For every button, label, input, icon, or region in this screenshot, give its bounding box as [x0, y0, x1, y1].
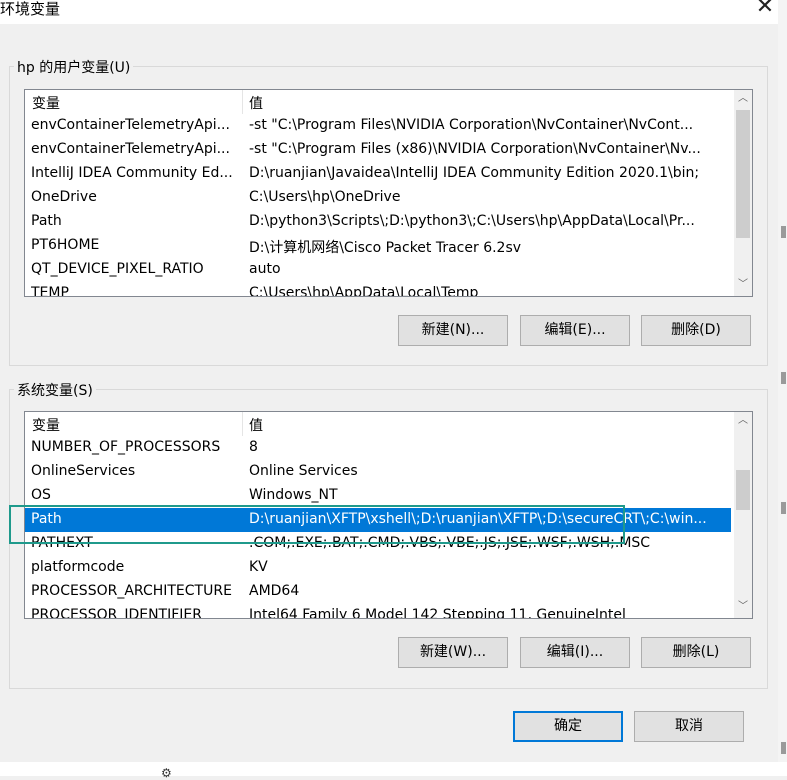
table-row[interactable]: PROCESSOR_IDENTIFIER Intel64 Family 6 Mod…: [25, 604, 731, 619]
user-delete-button[interactable]: 删除(D): [641, 315, 751, 346]
list-header: 变量 值: [25, 412, 731, 436]
variable-value: -st "C:\Program Files (x86)\NVIDIA Corpo…: [249, 141, 701, 157]
table-row[interactable]: OS Windows_NT: [25, 484, 731, 508]
variable-name: PROCESSOR_ARCHITECTURE: [31, 583, 232, 599]
chevron-down-icon[interactable]: ﹀: [734, 276, 752, 294]
variable-value: .COM;.EXE;.BAT;.CMD;.VBS;.VBE;.JS;.JSE;.…: [249, 535, 651, 551]
variable-name: Path: [31, 511, 62, 527]
variable-value: D:\计算机网络\Cisco Packet Tracer 6.2sv: [249, 240, 522, 256]
variable-name: platformcode: [31, 559, 125, 575]
chevron-down-icon[interactable]: ﹀: [734, 598, 752, 616]
table-row[interactable]: envContainerTelemetryApi... -st "C:\Progr…: [25, 138, 731, 162]
variable-name: PT6HOME: [31, 237, 100, 253]
ok-button[interactable]: 确定: [513, 711, 623, 742]
variable-name: TEMP: [31, 285, 69, 297]
table-row[interactable]: NUMBER_OF_PROCESSORS 8: [25, 436, 731, 460]
user-variables-label: hp 的用户变量(U): [14, 57, 134, 77]
title-bar: 环境变量 ✕: [0, 0, 787, 24]
user-new-button[interactable]: 新建(N)...: [398, 315, 508, 346]
variable-name: envContainerTelemetryApi...: [31, 117, 230, 133]
variable-value: -st "C:\Program Files\NVIDIA Corporation…: [249, 117, 694, 133]
variable-name: envContainerTelemetryApi...: [31, 141, 230, 157]
variable-value: Intel64 Family 6 Model 142 Stepping 11, …: [249, 607, 626, 619]
variable-value: auto: [249, 261, 281, 277]
background-window-edge: ⚙: [0, 762, 787, 780]
variable-name: IntelliJ IDEA Community Ed...: [31, 165, 233, 181]
table-row[interactable]: PT6HOME D:\计算机网络\Cisco Packet Tracer 6.2s…: [25, 234, 731, 258]
table-row[interactable]: envContainerTelemetryApi... -st "C:\Progr…: [25, 114, 731, 138]
variable-name: PATHEXT: [31, 535, 93, 551]
variable-name: PROCESSOR_IDENTIFIER: [31, 607, 202, 619]
variable-value: Windows_NT: [249, 487, 338, 503]
table-row[interactable]: TEMP C:\Users\hp\AppData\Local\Temp: [25, 282, 731, 297]
chevron-up-icon[interactable]: ︿: [734, 90, 752, 108]
variable-value: KV: [249, 559, 268, 575]
system-edit-button[interactable]: 编辑(I)...: [520, 637, 630, 668]
table-row[interactable]: IntelliJ IDEA Community Ed... D:\ruanjian…: [25, 162, 731, 186]
variable-name: QT_DEVICE_PIXEL_RATIO: [31, 261, 204, 277]
vertical-scrollbar[interactable]: ︿ ﹀: [734, 412, 752, 618]
table-row[interactable]: Path D:\ruanjian\XFTP\xshell\;D:\ruanjian…: [25, 508, 731, 532]
column-header-value[interactable]: 值: [249, 415, 263, 435]
table-row[interactable]: platformcode KV: [25, 556, 731, 580]
window-title: 环境变量: [0, 0, 61, 18]
close-icon[interactable]: ✕: [750, 0, 780, 20]
cancel-button[interactable]: 取消: [634, 711, 744, 742]
variable-value: D:\ruanjian\XFTP\xshell\;D:\ruanjian\XFT…: [249, 511, 707, 527]
system-variables-list[interactable]: 变量 值 NUMBER_OF_PROCESSORS 8 OnlineServices…: [24, 411, 753, 619]
variable-value: Online Services: [249, 463, 358, 479]
variable-name: OneDrive: [31, 189, 97, 205]
variable-name: NUMBER_OF_PROCESSORS: [31, 439, 221, 455]
variable-value: C:\Users\hp\AppData\Local\Temp: [249, 285, 479, 297]
table-row[interactable]: PATHEXT .COM;.EXE;.BAT;.CMD;.VBS;.VBE;.JS…: [25, 532, 731, 556]
table-row[interactable]: PROCESSOR_ARCHITECTURE AMD64: [25, 580, 731, 604]
variable-name: OnlineServices: [31, 463, 136, 479]
table-row[interactable]: QT_DEVICE_PIXEL_RATIO auto: [25, 258, 731, 282]
variable-value: AMD64: [249, 583, 300, 599]
vertical-scrollbar[interactable]: ︿ ﹀: [734, 90, 752, 296]
user-edit-button[interactable]: 编辑(E)...: [520, 315, 630, 346]
scrollbar-thumb[interactable]: [736, 110, 750, 238]
column-header-variable[interactable]: 变量: [32, 415, 60, 435]
background-window-edge: [778, 0, 787, 776]
column-header-value[interactable]: 值: [249, 93, 263, 113]
table-row[interactable]: OnlineServices Online Services: [25, 460, 731, 484]
variable-value: D:\ruanjian\Javaidea\IntelliJ IDEA Commu…: [249, 165, 700, 181]
table-row[interactable]: OneDrive C:\Users\hp\OneDrive: [25, 186, 731, 210]
system-new-button[interactable]: 新建(W)...: [398, 637, 508, 668]
column-header-variable[interactable]: 变量: [32, 93, 60, 113]
gear-icon: ⚙: [161, 766, 172, 780]
variable-value: D:\python3\Scripts\;D:\python3\;C:\Users…: [249, 213, 695, 229]
system-delete-button[interactable]: 删除(L): [641, 637, 751, 668]
system-variables-label: 系统变量(S): [14, 380, 96, 400]
scrollbar-thumb[interactable]: [736, 470, 750, 510]
variable-name: Path: [31, 213, 62, 229]
variable-value: C:\Users\hp\OneDrive: [249, 189, 401, 205]
variable-name: OS: [31, 487, 51, 503]
chevron-up-icon[interactable]: ︿: [734, 412, 752, 430]
user-variables-list[interactable]: 变量 值 envContainerTelemetryApi... -st "C:\…: [24, 89, 753, 297]
table-row[interactable]: Path D:\python3\Scripts\;D:\python3\;C:\U…: [25, 210, 731, 234]
variable-value: 8: [249, 439, 258, 455]
list-header: 变量 值: [25, 90, 731, 114]
